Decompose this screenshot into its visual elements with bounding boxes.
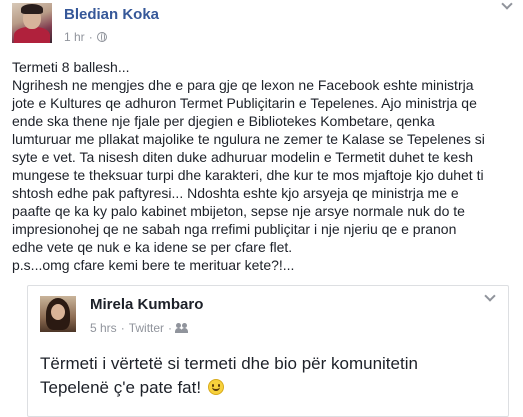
avatar-hair xyxy=(21,4,43,14)
post-line: p.s...omg cfare kemi bere te merituar ke… xyxy=(12,257,295,273)
post-meta: 1 hr · xyxy=(64,30,107,44)
shared-line-text: Tepelenë ç'e pate fat! xyxy=(40,378,202,397)
post-card: Bledian Koka 1 hr · Termeti 8 ballesh...… xyxy=(0,0,523,417)
avatar-face xyxy=(51,304,65,320)
shared-post[interactable]: Mirela Kumbaro 5 hrs · Twitter · Tërmeti… xyxy=(27,285,509,417)
post-line: Ngrihesh ne mengjes dhe e para gje qe le… xyxy=(12,77,474,93)
smiley-icon xyxy=(207,379,224,395)
chevron-down-icon[interactable] xyxy=(484,292,496,304)
shared-author-avatar[interactable] xyxy=(40,296,76,332)
post-line: Termeti 8 ballesh... xyxy=(12,59,130,75)
post-line: lumturuar me pllakat majolike te ngulura… xyxy=(12,131,485,147)
post-line: shtosh edhe pak paftyresi... Ndoshta esh… xyxy=(12,185,459,201)
globe-icon[interactable] xyxy=(96,32,107,42)
author-avatar[interactable] xyxy=(12,3,52,43)
shared-line: Tepelenë ç'e pate fat! xyxy=(40,376,480,400)
post-line: edhe vete qe nuk e ka idene se per cfare… xyxy=(12,239,293,255)
post-line: syte e vet. Ta nisesh diten duke adhurua… xyxy=(12,149,473,165)
post-line: paafte qe ka ky palo kabinet mbijeton, s… xyxy=(12,203,465,219)
chevron-down-icon[interactable] xyxy=(501,0,513,12)
shared-line: Tërmeti i vërtetë si termeti dhe bio për… xyxy=(40,354,418,373)
post-timestamp[interactable]: 1 hr xyxy=(64,30,85,44)
shared-source[interactable]: Twitter xyxy=(129,321,164,335)
post-line: jote e Kultures qe adhuron Termet Publiç… xyxy=(12,95,477,111)
shared-timestamp[interactable]: 5 hrs xyxy=(90,321,117,335)
shared-meta: 5 hrs · Twitter · xyxy=(90,321,188,335)
author-name[interactable]: Bledian Koka xyxy=(64,6,159,23)
meta-separator: · xyxy=(120,321,125,335)
avatar-shirt xyxy=(14,27,50,43)
post-line: mungese te theksuar turpi dhe karakteri,… xyxy=(12,167,484,183)
meta-separator: · xyxy=(168,321,173,335)
shared-body: Tërmeti i vërtetë si termeti dhe bio për… xyxy=(40,352,480,400)
post-line: ende ska thene nje fjale per djegien e B… xyxy=(12,113,435,129)
friends-icon[interactable] xyxy=(175,323,188,333)
post-body: Termeti 8 ballesh... Ngrihesh ne mengjes… xyxy=(12,58,517,274)
post-line: impresionohej qe ne sabah nga rrefimi pu… xyxy=(12,221,457,237)
meta-separator: · xyxy=(88,30,93,44)
shared-author-name[interactable]: Mirela Kumbaro xyxy=(90,296,203,313)
